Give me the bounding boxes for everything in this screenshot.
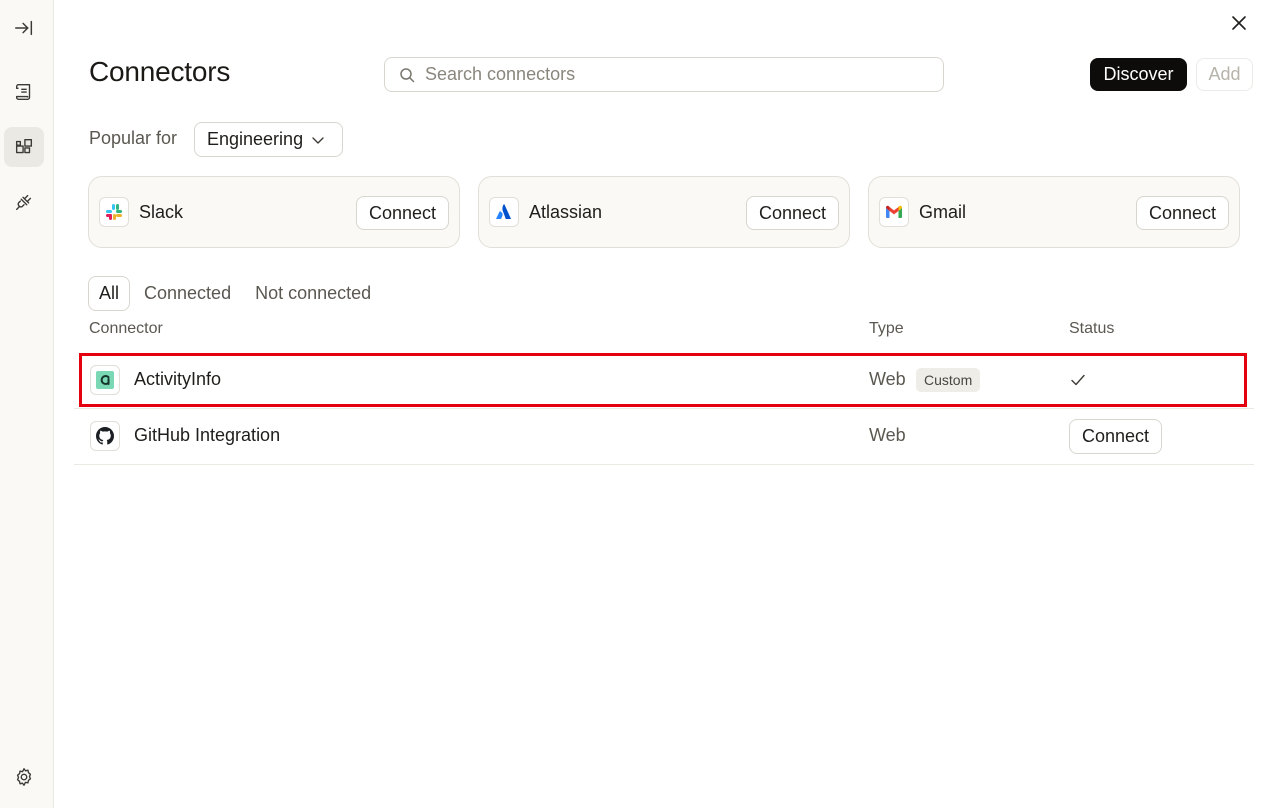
collapse-sidebar-icon [15, 20, 33, 36]
custom-badge: Custom [916, 368, 981, 392]
connector-name: GitHub Integration [134, 425, 281, 445]
close-button[interactable] [1228, 12, 1250, 34]
scroll-icon [15, 83, 31, 101]
gear-icon [16, 768, 32, 786]
table-row[interactable]: ActivityInfo Web Custom [74, 353, 1254, 409]
popular-for-label: Popular for [89, 128, 178, 148]
slack-logo-icon [106, 204, 122, 220]
category-dropdown-value: Engineering [207, 129, 304, 149]
close-icon [1232, 16, 1246, 30]
collapse-sidebar-button[interactable] [4, 8, 44, 48]
popular-card-slack: Slack Connect [88, 176, 460, 248]
gmail-logo [879, 197, 909, 227]
gmail-logo-icon [886, 205, 902, 218]
settings-button[interactable] [4, 757, 44, 797]
connector-type: Web [869, 369, 906, 389]
column-header-connector: Connector [89, 320, 163, 337]
popular-card-atlassian: Atlassian Connect [478, 176, 850, 248]
tab-not-connected[interactable]: Not connected [245, 276, 381, 311]
search-input[interactable] [425, 64, 943, 85]
sidebar-item-integrations[interactable] [4, 182, 44, 222]
column-header-type: Type [869, 320, 904, 337]
connect-slack-button[interactable]: Connect [355, 196, 449, 230]
connector-type: Web [869, 425, 906, 445]
connect-atlassian-button[interactable]: Connect [745, 196, 839, 230]
sidebar [0, 0, 54, 808]
popular-card-gmail: Gmail Connect [868, 176, 1240, 248]
category-dropdown[interactable]: Engineering [194, 122, 343, 157]
sidebar-item-projects[interactable] [4, 72, 44, 112]
popular-card-name: Atlassian [529, 201, 603, 222]
table-row[interactable]: GitHub Integration Web Connect [74, 409, 1254, 465]
atlassian-logo [489, 197, 519, 227]
tab-all[interactable]: All [88, 276, 131, 311]
sidebar-item-connectors[interactable] [4, 127, 44, 167]
tab-connected[interactable]: Connected [134, 276, 241, 311]
search-box[interactable] [384, 57, 944, 92]
atlassian-logo-icon [496, 204, 511, 219]
connect-github-button[interactable]: Connect [1069, 419, 1163, 454]
connector-name: ActivityInfo [134, 369, 222, 389]
activityinfo-logo [90, 365, 120, 395]
popular-card-name: Slack [139, 201, 184, 222]
activityinfo-logo-icon [96, 371, 114, 389]
filter-tabs: All Connected Not connected [88, 276, 385, 311]
column-header-status: Status [1069, 320, 1115, 337]
page-title: Connectors [89, 56, 231, 87]
add-button[interactable]: Add [1196, 58, 1253, 91]
search-icon [400, 67, 415, 82]
slack-logo [99, 197, 129, 227]
connectors-panel: Connectors Discover Add Popular for Engi… [54, 0, 1268, 808]
popular-card-name: Gmail [919, 201, 967, 222]
checkmark-icon [1071, 374, 1085, 386]
github-logo [90, 421, 120, 451]
github-logo-icon [96, 427, 114, 445]
connectors-icon [15, 138, 33, 154]
plug-icon [15, 194, 32, 211]
connect-gmail-button[interactable]: Connect [1135, 196, 1229, 230]
chevron-down-icon [312, 136, 324, 144]
discover-button[interactable]: Discover [1090, 58, 1187, 91]
